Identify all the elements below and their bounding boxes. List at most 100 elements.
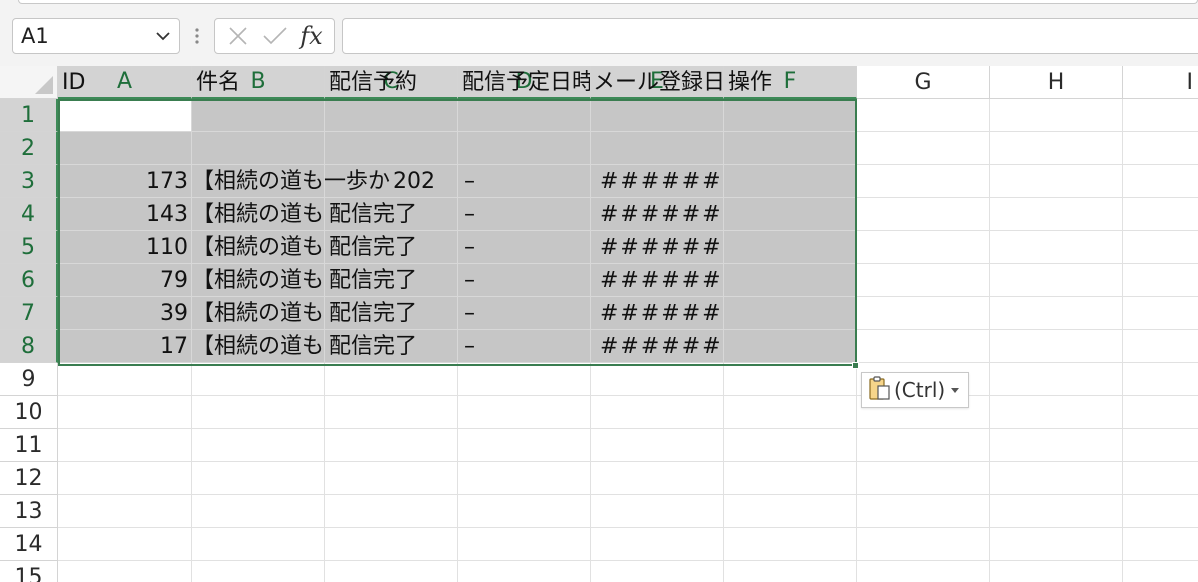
cell-a2[interactable] [58,132,192,165]
cell-d5[interactable] [458,231,591,264]
cell-h5[interactable] [990,231,1123,264]
cell-f7[interactable] [724,297,857,330]
cell-i5[interactable] [1123,231,1198,264]
row-header-6[interactable]: 6 [0,264,58,297]
cell-b9[interactable] [192,363,325,396]
cell-h14[interactable] [990,528,1123,561]
cell-h11[interactable] [990,429,1123,462]
row-header-1[interactable]: 1 [0,99,58,132]
cell-c2[interactable] [325,132,458,165]
cell-i8[interactable] [1123,330,1198,363]
cell-d14[interactable] [458,528,591,561]
cell-b1[interactable] [192,99,325,132]
cell-h15[interactable] [990,561,1123,582]
cell-f11[interactable] [724,429,857,462]
cell-d7[interactable] [458,297,591,330]
cell-e15[interactable] [591,561,724,582]
cell-b12[interactable] [192,462,325,495]
cell-h10[interactable] [990,396,1123,429]
cell-b11[interactable] [192,429,325,462]
cell-a10[interactable] [58,396,192,429]
cell-d6[interactable] [458,264,591,297]
cell-c15[interactable] [325,561,458,582]
cell-d10[interactable] [458,396,591,429]
cell-d12[interactable] [458,462,591,495]
cell-c10[interactable] [325,396,458,429]
cell-h4[interactable] [990,198,1123,231]
cell-e9[interactable] [591,363,724,396]
cell-d2[interactable] [458,132,591,165]
cell-g2[interactable] [857,132,990,165]
row-header-2[interactable]: 2 [0,132,58,165]
cell-i7[interactable] [1123,297,1198,330]
column-header-g[interactable]: G [857,66,990,99]
cell-f13[interactable] [724,495,857,528]
cell-g15[interactable] [857,561,990,582]
cell-i15[interactable] [1123,561,1198,582]
cancel-icon[interactable] [223,21,253,51]
cell-f2[interactable] [724,132,857,165]
cell-i1[interactable] [1123,99,1198,132]
row-header-14[interactable]: 14 [0,528,58,561]
row-header-10[interactable]: 10 [0,396,58,429]
cell-f1[interactable] [724,99,857,132]
name-box[interactable]: A1 [12,18,180,54]
cell-e11[interactable] [591,429,724,462]
row-header-13[interactable]: 13 [0,495,58,528]
cell-h13[interactable] [990,495,1123,528]
cell-d15[interactable] [458,561,591,582]
row-header-15[interactable]: 15 [0,561,58,582]
cell-g7[interactable] [857,297,990,330]
cell-e12[interactable] [591,462,724,495]
row-header-4[interactable]: 4 [0,198,58,231]
cell-c11[interactable] [325,429,458,462]
cell-b14[interactable] [192,528,325,561]
cell-f15[interactable] [724,561,857,582]
cell-b2[interactable] [192,132,325,165]
cell-g3[interactable] [857,165,990,198]
cell-i9[interactable] [1123,363,1198,396]
row-header-3[interactable]: 3 [0,165,58,198]
cell-e10[interactable] [591,396,724,429]
cell-e14[interactable] [591,528,724,561]
cell-b15[interactable] [192,561,325,582]
cell-e1[interactable] [591,99,724,132]
cell-d1[interactable] [458,99,591,132]
cell-i10[interactable] [1123,396,1198,429]
cell-g5[interactable] [857,231,990,264]
cell-g12[interactable] [857,462,990,495]
cell-a12[interactable] [58,462,192,495]
fill-handle[interactable] [852,362,859,369]
cell-a14[interactable] [58,528,192,561]
cell-f12[interactable] [724,462,857,495]
cell-d3[interactable] [458,165,591,198]
paste-options-button[interactable]: (Ctrl) [861,372,969,408]
chevron-down-icon[interactable] [155,28,171,44]
row-header-5[interactable]: 5 [0,231,58,264]
cell-c14[interactable] [325,528,458,561]
column-header-h[interactable]: H [990,66,1123,99]
cell-h2[interactable] [990,132,1123,165]
cell-f8[interactable] [724,330,857,363]
cell-i6[interactable] [1123,264,1198,297]
row-header-7[interactable]: 7 [0,297,58,330]
cell-h12[interactable] [990,462,1123,495]
cell-b10[interactable] [192,396,325,429]
cell-i2[interactable] [1123,132,1198,165]
cell-i4[interactable] [1123,198,1198,231]
cell-f14[interactable] [724,528,857,561]
cell-a11[interactable] [58,429,192,462]
cell-g4[interactable] [857,198,990,231]
cell-c13[interactable] [325,495,458,528]
cell-c9[interactable] [325,363,458,396]
cell-a13[interactable] [58,495,192,528]
select-all-corner[interactable] [0,66,58,99]
cell-a9[interactable] [58,363,192,396]
cell-g14[interactable] [857,528,990,561]
cell-f3[interactable] [724,165,857,198]
cell-h9[interactable] [990,363,1123,396]
cell-g8[interactable] [857,330,990,363]
row-header-9[interactable]: 9 [0,363,58,396]
cell-h7[interactable] [990,297,1123,330]
cell-e2[interactable] [591,132,724,165]
